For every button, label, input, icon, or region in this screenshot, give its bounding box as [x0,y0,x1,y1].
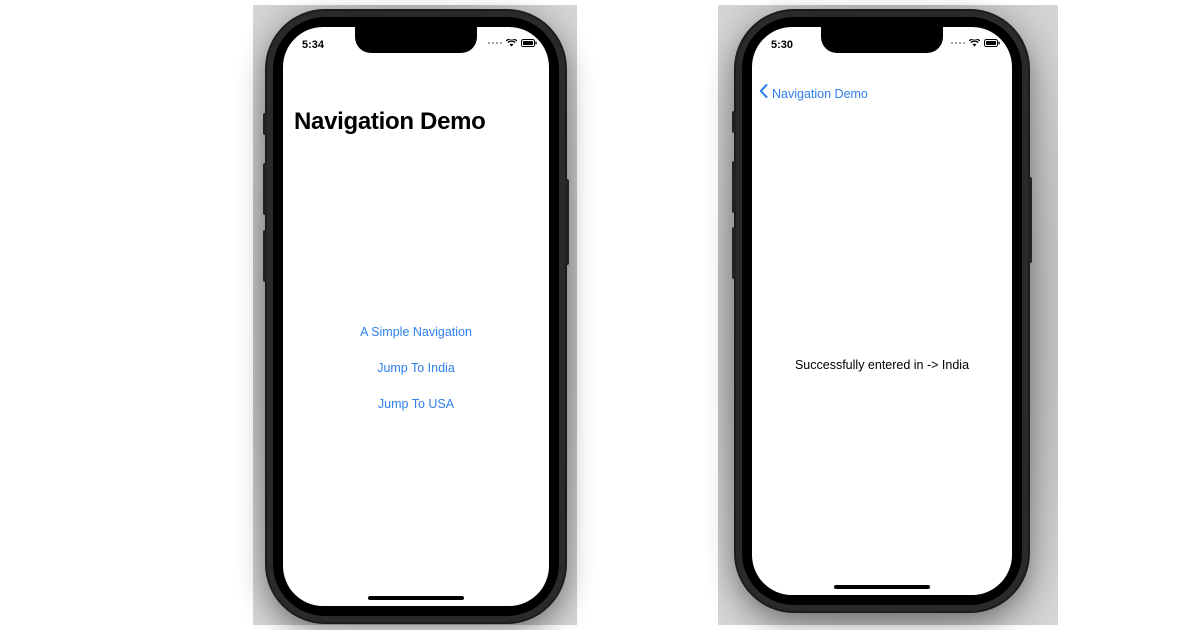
notch [821,27,943,53]
jump-to-india-link[interactable]: Jump To India [377,359,455,395]
canvas: 5:34 Navigation Demo A Simple Navigation… [0,0,1200,630]
mute-switch [263,113,267,135]
success-message: Successfully entered in -> India [794,358,970,372]
volume-up-button [263,163,267,215]
simple-navigation-link[interactable]: A Simple Navigation [360,323,472,359]
volume-down-button [732,227,736,279]
status-time: 5:30 [771,39,794,51]
status-icons [488,39,537,47]
home-indicator[interactable] [368,596,464,600]
battery-icon [984,39,1000,47]
back-button-label: Navigation Demo [772,86,868,101]
page-title: Navigation Demo [294,108,486,135]
home-indicator[interactable] [834,585,930,589]
notch [355,27,477,53]
screen-detail: 5:30 Navigation Demo Successfully entere… [752,27,1012,595]
phone-frame-main: 5:34 Navigation Demo A Simple Navigation… [263,11,569,622]
signal-icon [951,42,965,44]
volume-up-button [732,161,736,213]
signal-icon [488,42,502,44]
screen-main: 5:34 Navigation Demo A Simple Navigation… [283,27,549,606]
power-button [565,179,569,265]
phone-frame-detail: 5:30 Navigation Demo Successfully entere… [732,11,1032,611]
status-icons [951,39,1000,47]
status-time: 5:34 [302,39,325,51]
battery-icon [521,39,537,47]
mute-switch [732,111,736,133]
chevron-left-icon [759,84,768,103]
wifi-icon [506,39,517,47]
jump-to-usa-link[interactable]: Jump To USA [378,395,454,431]
wifi-icon [969,39,980,47]
navigation-links: A Simple Navigation Jump To India Jump T… [283,323,549,431]
volume-down-button [263,230,267,282]
back-button[interactable]: Navigation Demo [759,84,868,103]
power-button [1028,177,1032,263]
